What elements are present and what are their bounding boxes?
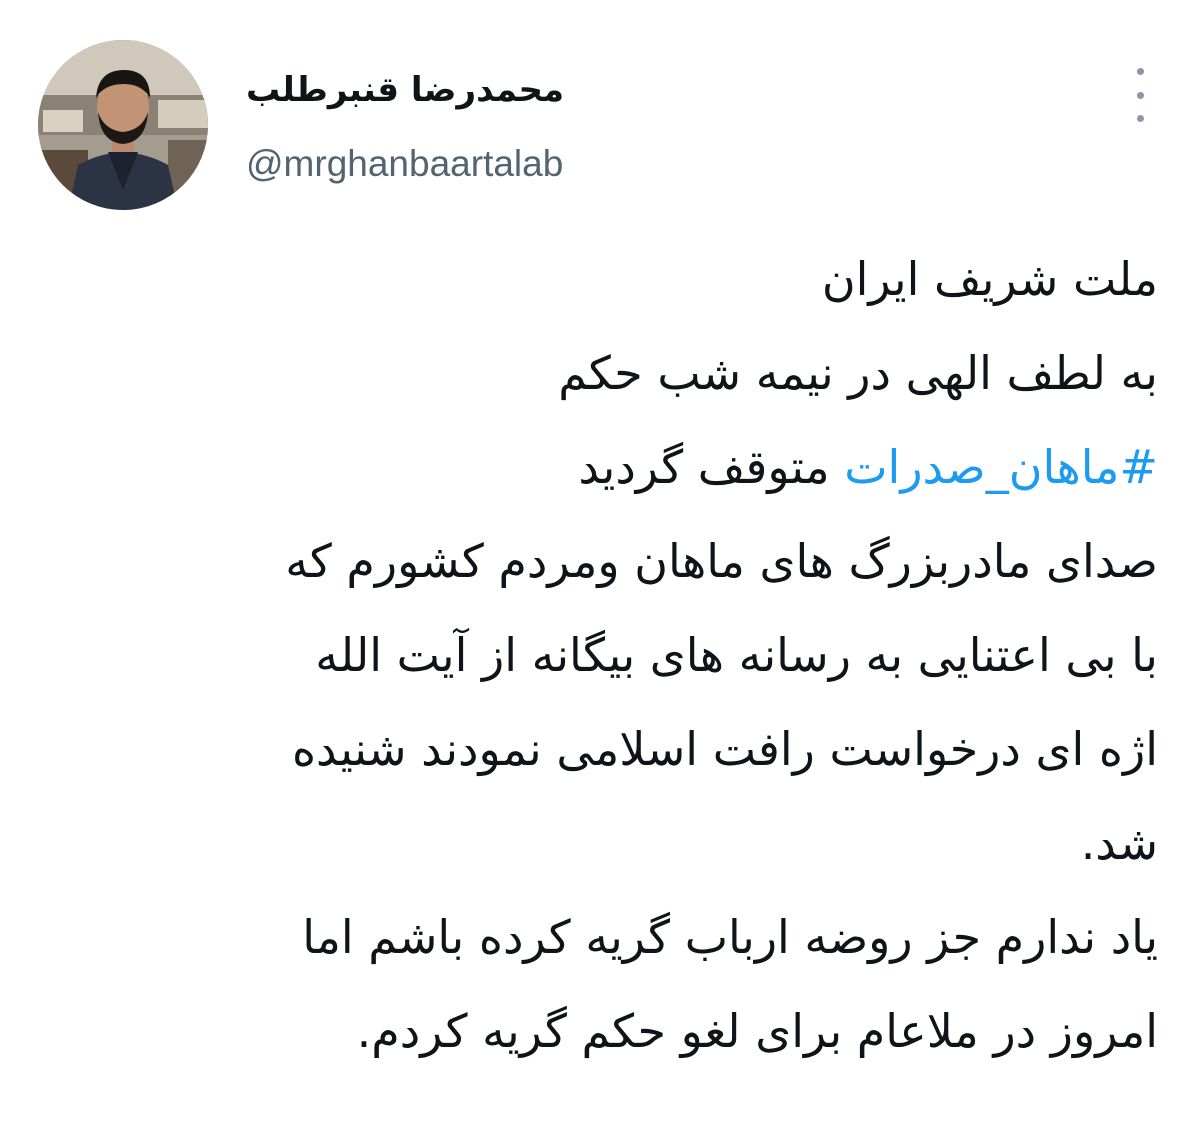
tweet-line: ملت شریف ایران — [821, 252, 1158, 306]
tweet-header: محمدرضا قنبرطلب @mrghanbaartalab — [38, 40, 1162, 212]
more-vertical-icon — [1136, 68, 1144, 75]
tweet-line: به لطف الهی در نیمه شب حکم — [558, 346, 1158, 400]
more-vertical-icon-dot — [1136, 91, 1144, 99]
tweet-line: #ماهان_صدرات متوقف گردید — [38, 420, 1158, 514]
tweet-line: امروز در ملاعام برای لغو حکم گریه کردم. — [356, 1004, 1158, 1058]
avatar-photo — [38, 40, 208, 210]
author-identity: محمدرضا قنبرطلب @mrghanbaartalab — [246, 68, 564, 186]
author-handle[interactable]: @mrghanbaartalab — [246, 142, 564, 186]
more-vertical-icon-dot — [1136, 115, 1144, 122]
author-avatar[interactable] — [38, 40, 208, 210]
tweet-line-text: متوقف گردید — [578, 440, 830, 494]
hashtag-link[interactable]: #ماهان_صدرات — [844, 440, 1158, 494]
tweet-card: محمدرضا قنبرطلب @mrghanbaartalab ملت شری… — [0, 0, 1200, 1125]
tweet-line: یاد ندارم جز روضه ارباب گریه کرده باشم ا… — [302, 910, 1158, 964]
tweet-line: شد. — [1080, 816, 1158, 870]
tweet-line: اژه ای درخواست رافت اسلامی نمودند شنیده — [291, 722, 1158, 776]
author-display-name[interactable]: محمدرضا قنبرطلب — [246, 68, 564, 112]
tweet-line: با بی اعتنایی به رسانه های بیگانه از آیت… — [315, 628, 1158, 682]
more-options-button[interactable] — [1118, 68, 1162, 122]
tweet-body: ملت شریف ایران به لطف الهی در نیمه شب حک… — [38, 232, 1158, 1078]
tweet-line: صدای مادربزرگ های ماهان ومردم کشورم که — [285, 534, 1158, 588]
